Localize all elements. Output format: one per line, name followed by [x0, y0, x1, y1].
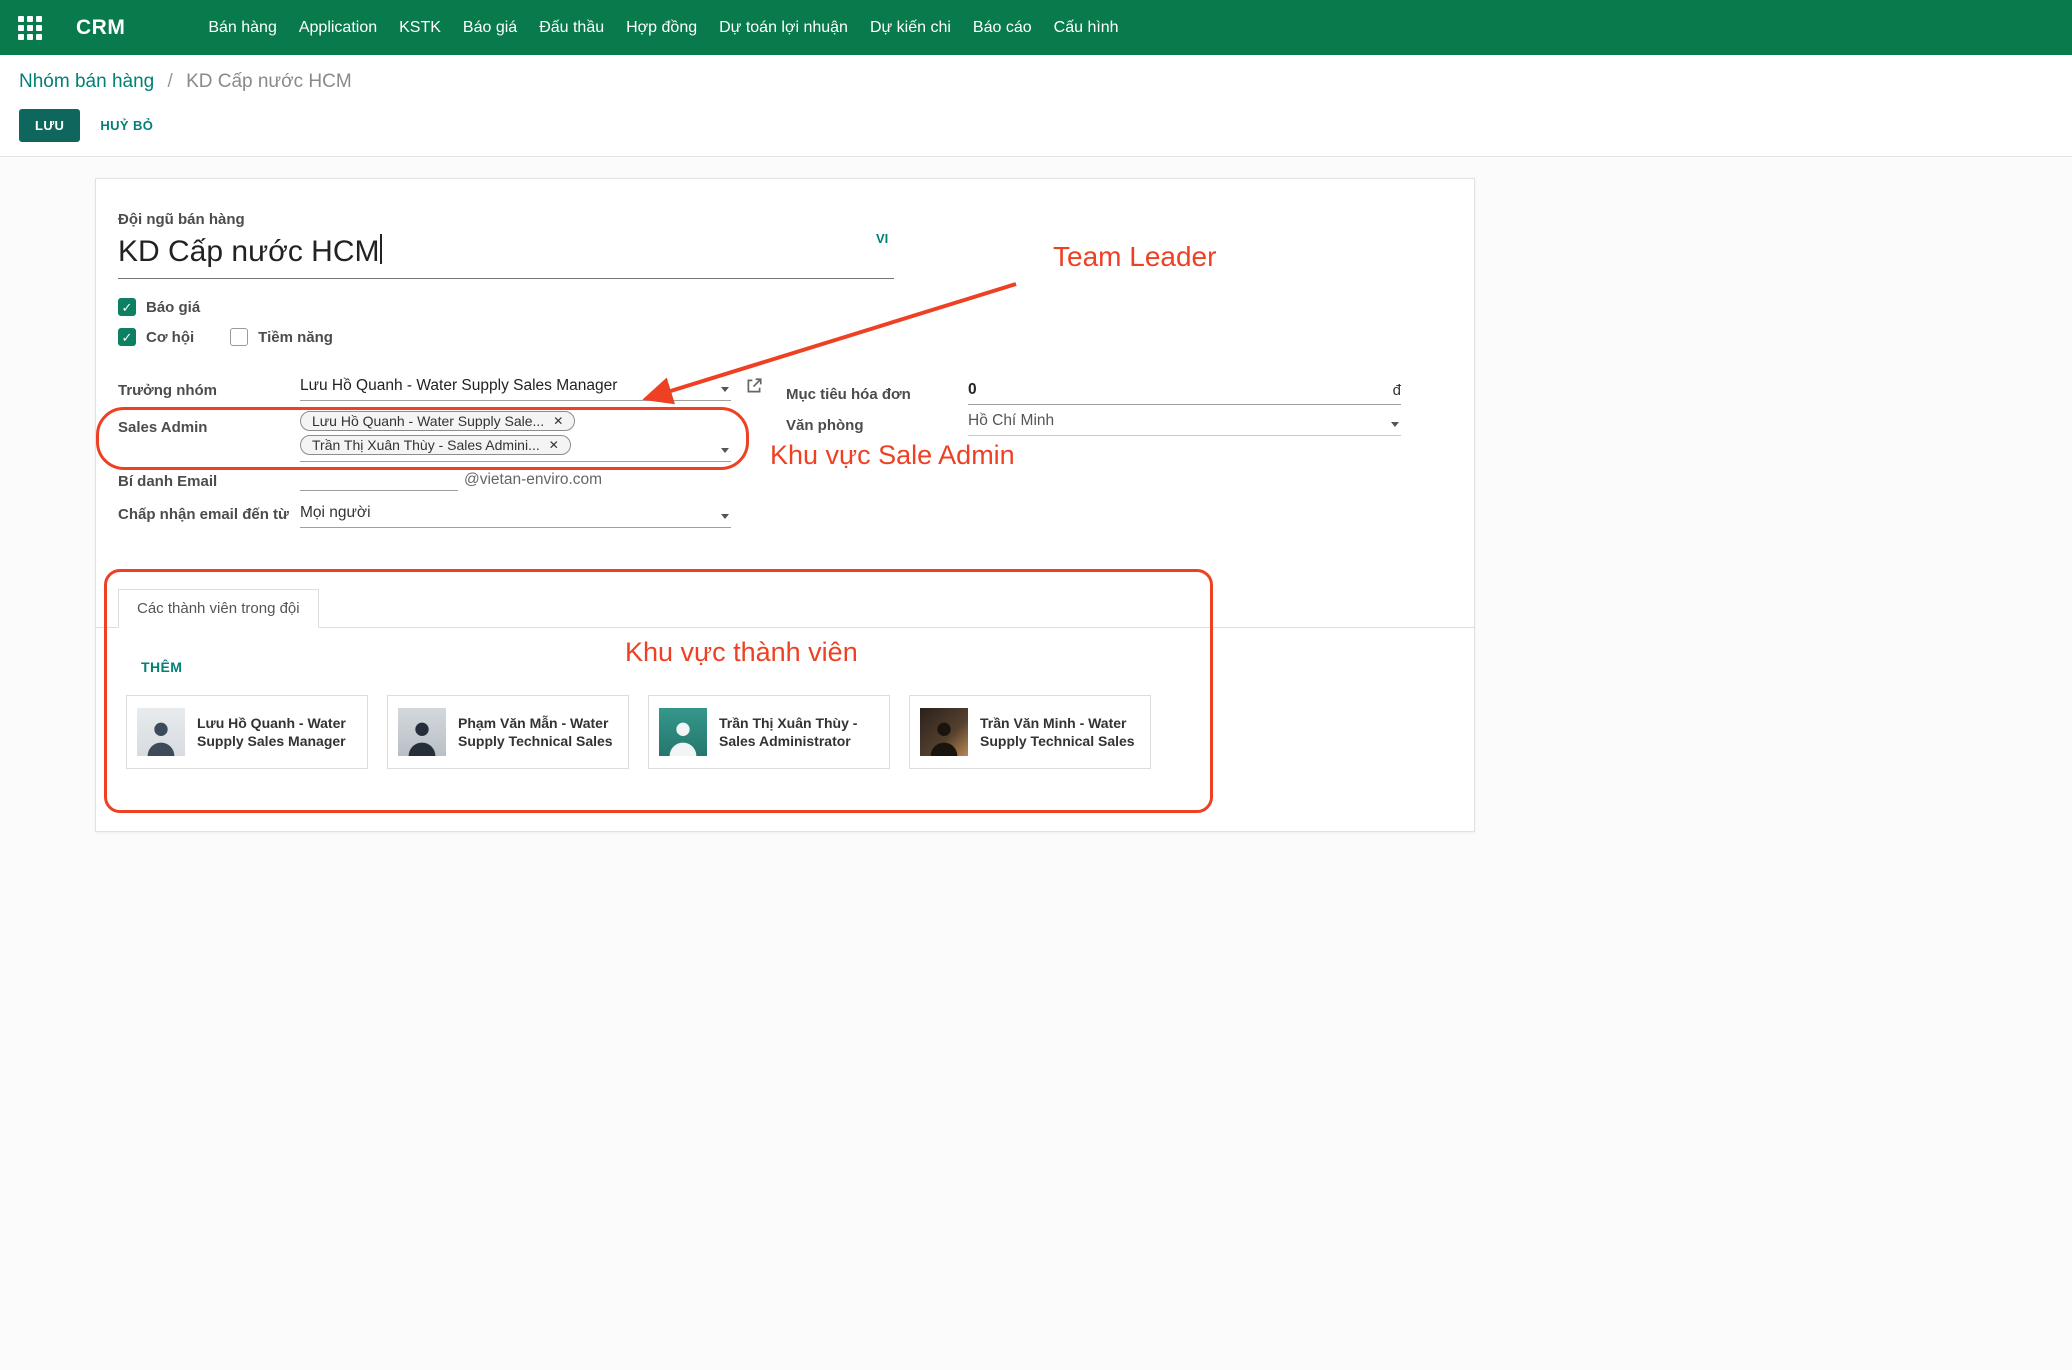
accept-emails-value: Mọi người — [300, 504, 371, 521]
check-icon: ✓ — [122, 301, 133, 314]
checkbox-row-quotations: ✓ Báo giá — [118, 298, 200, 316]
leads-checkbox-label: Tiềm năng — [258, 329, 333, 346]
breadcrumb-current: KD Cấp nước HCM — [186, 71, 352, 92]
nav-item-application[interactable]: Application — [288, 0, 388, 55]
app-title[interactable]: CRM — [76, 16, 125, 40]
opportunities-checkbox[interactable]: ✓ — [118, 328, 136, 346]
top-nav: CRM Bán hàng Application KSTK Báo giá Đấ… — [0, 0, 2072, 55]
member-avatar — [137, 708, 185, 756]
nav-item-bao-gia[interactable]: Báo giá — [452, 0, 528, 55]
email-alias-input[interactable] — [300, 467, 458, 491]
invoice-target-value: 0 — [968, 381, 977, 398]
team-leader-value: Lưu Hồ Quanh - Water Supply Sales Manage… — [300, 377, 617, 394]
discard-button[interactable]: HUỶ BỎ — [100, 118, 153, 133]
nav-item-kstk[interactable]: KSTK — [388, 0, 452, 55]
breadcrumb-separator: / — [168, 71, 173, 92]
remove-tag-icon[interactable]: ✕ — [549, 438, 559, 452]
nav-item-bao-cao[interactable]: Báo cáo — [962, 0, 1043, 55]
save-button[interactable]: LƯU — [19, 109, 80, 142]
breadcrumb-parent-link[interactable]: Nhóm bán hàng — [19, 71, 154, 92]
member-card[interactable]: Trần Thị Xuân Thùy - Sales Administrator — [648, 695, 890, 769]
apps-grid-icon[interactable] — [18, 16, 42, 40]
translate-badge[interactable]: VI — [876, 231, 888, 246]
member-avatar — [920, 708, 968, 756]
control-panel: Nhóm bán hàng / KD Cấp nước HCM LƯU HUỶ … — [0, 55, 2072, 157]
opportunities-checkbox-label: Cơ hội — [146, 329, 194, 346]
page: CRM Bán hàng Application KSTK Báo giá Đấ… — [0, 0, 2072, 1370]
checkbox-row-pipeline: ✓ Cơ hội Tiềm năng — [118, 328, 333, 346]
email-alias-label: Bí danh Email — [118, 471, 294, 493]
nav-item-ban-hang[interactable]: Bán hàng — [197, 0, 288, 55]
nav-item-cau-hinh[interactable]: Cấu hình — [1043, 0, 1130, 55]
nav-item-du-kien-chi[interactable]: Dự kiến chi — [859, 0, 962, 55]
tag-label: Lưu Hồ Quanh - Water Supply Sale... — [312, 413, 544, 429]
sales-admin-label: Sales Admin — [118, 417, 294, 439]
invoice-target-label: Mục tiêu hóa đơn — [786, 384, 962, 406]
team-name-input[interactable]: KD Cấp nước HCM — [118, 234, 894, 279]
team-name-label: Đội ngũ bán hàng — [118, 209, 245, 231]
tab-team-members[interactable]: Các thành viên trong đội — [118, 589, 319, 628]
chevron-down-icon[interactable] — [1391, 422, 1399, 427]
leads-checkbox[interactable] — [230, 328, 248, 346]
notebook-tabs: Các thành viên trong đội — [96, 589, 1474, 628]
member-card[interactable]: Lưu Hồ Quanh - Water Supply Sales Manage… — [126, 695, 368, 769]
member-name: Phạm Văn Mẫn - Water Supply Technical Sa… — [458, 714, 618, 750]
nav-item-dau-thau[interactable]: Đấu thầu — [528, 0, 615, 55]
sales-admin-select[interactable]: Lưu Hồ Quanh - Water Supply Sale... ✕ Tr… — [300, 409, 731, 462]
members-list: Lưu Hồ Quanh - Water Supply Sales Manage… — [126, 695, 1151, 769]
office-select[interactable]: Hồ Chí Minh — [968, 412, 1401, 436]
sales-admin-tag: Lưu Hồ Quanh - Water Supply Sale... ✕ — [300, 411, 575, 431]
member-card[interactable]: Trần Văn Minh - Water Supply Technical S… — [909, 695, 1151, 769]
member-avatar — [659, 708, 707, 756]
remove-tag-icon[interactable]: ✕ — [553, 414, 563, 428]
quotations-checkbox[interactable]: ✓ — [118, 298, 136, 316]
accept-emails-select[interactable]: Mọi người — [300, 504, 731, 528]
nav-item-hop-dong[interactable]: Hợp đồng — [615, 0, 708, 55]
member-avatar — [398, 708, 446, 756]
team-name-value: KD Cấp nước HCM — [118, 235, 379, 268]
external-link-icon[interactable] — [745, 377, 763, 400]
member-name: Trần Văn Minh - Water Supply Technical S… — [980, 714, 1140, 750]
member-name: Lưu Hồ Quanh - Water Supply Sales Manage… — [197, 714, 357, 750]
office-value: Hồ Chí Minh — [968, 412, 1054, 429]
chevron-down-icon[interactable] — [721, 514, 729, 519]
accept-emails-label: Chấp nhận email đến từ — [118, 504, 294, 526]
quotations-checkbox-label: Báo giá — [146, 299, 200, 316]
nav-item-du-toan-loi-nhuan[interactable]: Dự toán lợi nhuận — [708, 0, 859, 55]
add-member-button[interactable]: THÊM — [141, 659, 182, 675]
invoice-target-input[interactable]: 0 đ — [968, 381, 1401, 405]
tag-label: Trần Thị Xuân Thùy - Sales Admini... — [312, 437, 540, 453]
member-card[interactable]: Phạm Văn Mẫn - Water Supply Technical Sa… — [387, 695, 629, 769]
team-leader-label: Trưởng nhóm — [118, 380, 294, 402]
currency-symbol: đ — [1393, 382, 1401, 399]
form-sheet: Đội ngũ bán hàng KD Cấp nước HCM VI ✓ Bá… — [95, 178, 1475, 832]
member-name: Trần Thị Xuân Thùy - Sales Administrator — [719, 714, 879, 750]
chevron-down-icon[interactable] — [721, 387, 729, 392]
office-label: Văn phòng — [786, 415, 962, 437]
team-leader-select[interactable]: Lưu Hồ Quanh - Water Supply Sales Manage… — [300, 377, 731, 401]
chevron-down-icon[interactable] — [721, 448, 729, 453]
sales-admin-tag: Trần Thị Xuân Thùy - Sales Admini... ✕ — [300, 435, 571, 455]
breadcrumb: Nhóm bán hàng / KD Cấp nước HCM — [19, 71, 2053, 93]
nav-menu: Bán hàng Application KSTK Báo giá Đấu th… — [197, 0, 1129, 55]
control-buttons: LƯU HUỶ BỎ — [19, 109, 2053, 142]
check-icon: ✓ — [122, 331, 133, 344]
text-cursor — [380, 234, 382, 264]
email-alias-domain: @vietan-enviro.com — [464, 471, 602, 489]
